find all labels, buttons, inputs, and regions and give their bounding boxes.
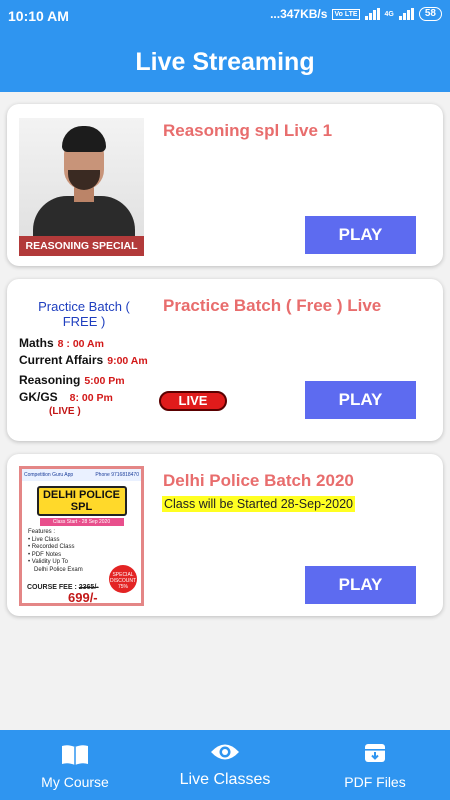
schedule-heading: Practice Batch ( FREE ) bbox=[38, 299, 130, 329]
schedule-thumbnail: Practice Batch ( FREE ) Maths 8 : 00 Am C… bbox=[19, 299, 149, 431]
book-icon bbox=[62, 745, 88, 765]
nav-item-my-course[interactable]: My Course bbox=[0, 730, 150, 800]
signal-icon-2 bbox=[398, 8, 414, 20]
feature-item: • Recorded Class bbox=[28, 544, 75, 550]
course-card-delhi-police[interactable]: Competition Guru App Phone 9716818470 DE… bbox=[7, 454, 443, 616]
network-type: 4G bbox=[384, 10, 394, 18]
features-title: Features : bbox=[28, 529, 56, 535]
poster-heading: DELHI POLICE SPL bbox=[36, 486, 127, 516]
schedule-row: Current Affairs 9:00 Am bbox=[19, 353, 148, 367]
archive-icon bbox=[365, 744, 385, 762]
teacher-thumbnail: REASONING SPECIAL bbox=[19, 118, 144, 256]
nav-item-live-classes[interactable]: Live Classes bbox=[150, 730, 300, 800]
thumbnail-banner: REASONING SPECIAL bbox=[19, 236, 144, 256]
course-card-reasoning[interactable]: REASONING SPECIAL Reasoning spl Live 1 P… bbox=[7, 104, 443, 266]
signal-icon bbox=[364, 8, 380, 20]
poster-phone: Phone 9716818470 bbox=[95, 472, 139, 478]
volte-icon: Vo LTE bbox=[332, 8, 360, 20]
discount-badge: SPECIAL DISCOUNT 75% bbox=[109, 565, 137, 593]
play-button[interactable]: PLAY bbox=[305, 566, 416, 604]
schedule-row: Maths 8 : 00 Am bbox=[19, 336, 104, 350]
poster-brand: Competition Guru App bbox=[24, 472, 74, 478]
poster-price: 699/- bbox=[68, 590, 98, 605]
card-title: Reasoning spl Live 1 bbox=[163, 121, 333, 140]
app-bar: Live Streaming bbox=[0, 32, 450, 92]
play-button[interactable]: PLAY bbox=[305, 216, 416, 254]
bottom-nav: My Course Live Classes PDF Files bbox=[0, 730, 450, 800]
live-badge: LIVE bbox=[159, 391, 227, 411]
nav-label: PDF Files bbox=[344, 774, 406, 790]
nav-label: Live Classes bbox=[179, 771, 271, 788]
nav-item-pdf-files[interactable]: PDF Files bbox=[300, 730, 450, 800]
feature-item: • PDF Notes bbox=[28, 551, 62, 558]
schedule-live-note: (LIVE ) bbox=[49, 406, 81, 417]
play-button[interactable]: PLAY bbox=[305, 381, 416, 419]
status-time: 10:10 AM bbox=[8, 8, 69, 24]
poster-start-date: Class Start - 28 Sep 2020 bbox=[39, 518, 124, 526]
schedule-row: Reasoning 5:00 Pm bbox=[19, 373, 125, 387]
course-card-practice-batch[interactable]: Practice Batch ( FREE ) Maths 8 : 00 Am C… bbox=[7, 279, 443, 441]
eye-icon bbox=[211, 744, 239, 760]
card-title: Delhi Police Batch 2020 bbox=[163, 471, 354, 490]
battery-icon: 58 bbox=[418, 7, 442, 21]
poster-header: Competition Guru App Phone 9716818470 bbox=[22, 469, 141, 481]
poster-thumbnail: Competition Guru App Phone 9716818470 DE… bbox=[19, 466, 144, 606]
status-bar: 10:10 AM ...347KB/s Vo LTE 4G 58 bbox=[0, 0, 450, 32]
card-title: Practice Batch ( Free ) Live bbox=[163, 296, 382, 315]
card-subtitle: Class will be Started 28-Sep-2020 bbox=[162, 496, 355, 512]
nav-label: My Course bbox=[41, 774, 109, 790]
status-indicators: ...347KB/s Vo LTE 4G 58 bbox=[270, 7, 442, 21]
schedule-row: GK/GS 8: 00 Pm bbox=[19, 390, 113, 404]
page-title: Live Streaming bbox=[135, 47, 315, 76]
teacher-hair bbox=[62, 126, 106, 152]
feature-item: • Live Class bbox=[28, 536, 60, 543]
network-speed: ...347KB/s bbox=[270, 7, 328, 21]
